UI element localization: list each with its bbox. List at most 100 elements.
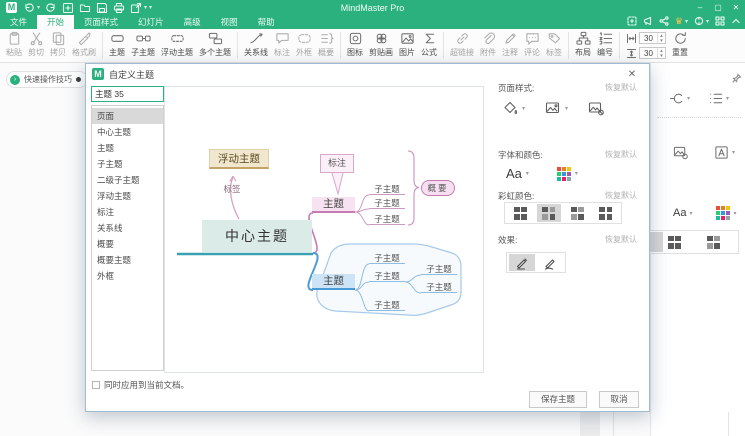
save-theme-button[interactable]: 保存主题 xyxy=(529,391,587,408)
boundary-button[interactable]: 外框 xyxy=(293,31,315,58)
copy-button[interactable]: 拷贝 xyxy=(47,31,69,58)
collapse-ribbon-icon[interactable] xyxy=(731,16,741,26)
floating-topic-button[interactable]: 浮动主题 xyxy=(158,31,196,58)
tab-slides[interactable]: 幻灯片 xyxy=(128,15,174,29)
stepper-arrows-icon[interactable]: ▲▼ xyxy=(657,48,665,58)
vip-icon[interactable]: ♛ xyxy=(675,16,683,26)
scrollbar-thumb[interactable] xyxy=(580,412,600,436)
apply-to-document-checkbox[interactable] xyxy=(92,381,100,389)
chevron-down-icon[interactable]: ▾ xyxy=(733,210,736,217)
remove-background-icon[interactable] xyxy=(588,100,604,116)
capture-icon[interactable] xyxy=(627,16,637,26)
theme-name-input[interactable] xyxy=(91,86,164,102)
theme-icon[interactable] xyxy=(694,16,704,26)
numbered-list-icon[interactable] xyxy=(708,91,723,106)
list-item-topic[interactable]: 主题 xyxy=(92,140,163,156)
topic-button[interactable]: 主题 xyxy=(106,31,128,58)
tab-file[interactable]: 文件 xyxy=(0,15,37,29)
color-palette-icon[interactable] xyxy=(557,167,571,181)
background-image-icon[interactable] xyxy=(673,145,688,160)
effect-sketch-pen[interactable] xyxy=(537,254,563,271)
tag-button[interactable]: 标签 xyxy=(543,31,565,58)
chevron-down-icon[interactable]: ▾ xyxy=(575,170,578,177)
list-item-boundary[interactable]: 外框 xyxy=(92,268,163,284)
tab-home[interactable]: 开始 xyxy=(37,15,74,29)
rainbow-grid-icon[interactable] xyxy=(707,236,720,249)
list-item-subtopic-2[interactable]: 二级子主题 xyxy=(92,172,163,188)
layout-branch-icon[interactable] xyxy=(669,91,684,106)
numbering-button[interactable]: 编号 xyxy=(594,31,616,58)
chevron-down-icon[interactable]: ▾ xyxy=(689,210,692,217)
chevron-down-icon[interactable]: ▾ xyxy=(732,149,735,156)
dialog-close-button[interactable]: ✕ xyxy=(625,68,639,82)
clipart-button[interactable]: 剪贴画 xyxy=(366,31,396,58)
letter-a-box-icon[interactable] xyxy=(714,145,729,160)
note-button[interactable]: 注释 xyxy=(499,31,521,58)
tab-view[interactable]: 视图 xyxy=(211,15,248,29)
vip-caret-icon[interactable]: ▾ xyxy=(685,18,688,25)
effect-normal-pen[interactable] xyxy=(509,254,535,271)
tab-page-style[interactable]: 页面样式 xyxy=(74,15,128,29)
hyperlink-button[interactable]: 超链接 xyxy=(447,31,477,58)
tab-advanced[interactable]: 高级 xyxy=(174,15,211,29)
list-item-subtopic[interactable]: 子主题 xyxy=(92,156,163,172)
quick-tips-pill[interactable]: › 快速操作技巧 xyxy=(6,71,88,88)
chevron-down-icon[interactable]: ▾ xyxy=(687,95,690,102)
qr-icon[interactable] xyxy=(715,16,725,26)
restore-default-link[interactable]: 恢复默认 xyxy=(605,82,637,93)
list-item-page[interactable]: 页面 xyxy=(92,108,163,124)
list-item-summary-topic[interactable]: 概要主题 xyxy=(92,252,163,268)
rainbow-option-3[interactable] xyxy=(565,204,590,222)
vertical-spacing-stepper[interactable]: ▲▼ xyxy=(639,47,666,59)
list-item-floating-topic[interactable]: 浮动主题 xyxy=(92,188,163,204)
vertical-spacing-input[interactable] xyxy=(640,48,657,58)
font-button[interactable]: Aa xyxy=(506,166,522,181)
horizontal-spacing-stepper[interactable]: ▲▼ xyxy=(639,32,666,44)
callout-button[interactable]: 标注 xyxy=(271,31,293,58)
picture-button[interactable]: 图片 xyxy=(396,31,418,58)
list-item-callout[interactable]: 标注 xyxy=(92,204,163,220)
chevron-down-icon[interactable]: ▾ xyxy=(726,95,729,102)
restore-default-link[interactable]: 恢复默认 xyxy=(605,190,637,201)
chevron-down-icon[interactable]: ▾ xyxy=(565,105,568,112)
list-item-summary[interactable]: 概要 xyxy=(92,236,163,252)
cut-button[interactable]: 剪切 xyxy=(25,31,47,58)
font-button[interactable]: Aa xyxy=(673,207,686,219)
chevron-down-icon[interactable]: ▾ xyxy=(526,170,529,177)
fill-color-icon[interactable] xyxy=(502,100,518,116)
color-palette-icon[interactable] xyxy=(716,206,730,220)
formula-button[interactable]: 公式 xyxy=(418,31,440,58)
tab-help[interactable]: 帮助 xyxy=(248,15,285,29)
multiple-topics-button[interactable]: 多个主题 xyxy=(196,31,234,58)
theme-caret-icon[interactable]: ▾ xyxy=(706,18,709,25)
share-icon[interactable] xyxy=(659,16,669,26)
horizontal-spacing-input[interactable] xyxy=(640,33,657,43)
summary-button[interactable]: 概要 xyxy=(315,31,337,58)
minimize-button[interactable]: – xyxy=(691,0,709,15)
restore-default-link[interactable]: 恢复默认 xyxy=(605,149,637,160)
rainbow-option-2[interactable] xyxy=(537,204,562,222)
rainbow-option-1[interactable] xyxy=(508,204,533,222)
pin-icon[interactable] xyxy=(732,73,742,83)
rainbow-grid-icon[interactable] xyxy=(668,236,681,249)
list-item-central-topic[interactable]: 中心主题 xyxy=(92,124,163,140)
attachment-button[interactable]: 附件 xyxy=(477,31,499,58)
reset-button[interactable]: 重置 xyxy=(669,31,691,58)
list-item-relationship[interactable]: 关系线 xyxy=(92,220,163,236)
tips-handle-icon[interactable] xyxy=(76,77,81,82)
rainbow-option-4[interactable] xyxy=(594,204,619,222)
rainbow-grid-selected[interactable] xyxy=(649,232,663,252)
format-painter-button[interactable]: 格式刷 xyxy=(69,31,99,58)
close-button[interactable]: ✕ xyxy=(727,0,745,15)
mark-button[interactable]: 图标 xyxy=(344,31,366,58)
maximize-button[interactable]: ▢ xyxy=(709,0,727,15)
relationship-button[interactable]: 关系线 xyxy=(241,31,271,58)
comment-button[interactable]: 评论 xyxy=(521,31,543,58)
announce-icon[interactable] xyxy=(643,16,653,26)
stepper-arrows-icon[interactable]: ▲▼ xyxy=(657,33,665,43)
subtopic-button[interactable]: 子主题 xyxy=(128,31,158,58)
chevron-down-icon[interactable]: ▾ xyxy=(522,105,525,112)
background-image-icon[interactable] xyxy=(545,100,561,116)
restore-default-link[interactable]: 恢复默认 xyxy=(605,234,637,245)
layout-button[interactable]: 布局 xyxy=(572,31,594,58)
